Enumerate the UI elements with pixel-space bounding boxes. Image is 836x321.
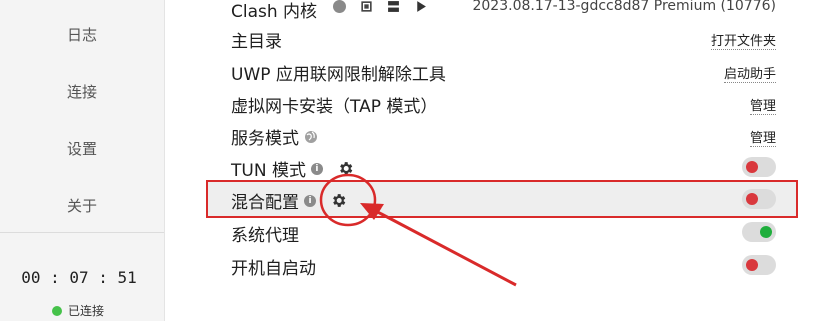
system-proxy-label: 系统代理 [231, 226, 299, 246]
tun-toggle[interactable] [742, 157, 776, 177]
toggle-knob [746, 259, 758, 271]
sidebar-divider [0, 232, 164, 233]
toggle-knob [746, 193, 758, 205]
service-label: 服务模式 [231, 129, 299, 149]
mixin-label-group: 混合配置 i [231, 188, 347, 213]
cpu-icon[interactable] [360, 0, 373, 13]
globe-icon [305, 130, 317, 143]
settings-row-clash-core: Clash 内核 2023.08.17-13-gdcc8d87 Premium … [206, 0, 796, 22]
info-icon[interactable]: i [310, 162, 323, 175]
server-icon[interactable] [387, 0, 400, 13]
settings-row-home-dir: 主目录 打开文件夹 [206, 22, 796, 54]
system-proxy-toggle[interactable] [742, 222, 776, 242]
settings-row-tun: TUN 模式 i [206, 151, 796, 183]
sidebar-item-about[interactable]: 关于 [0, 195, 164, 216]
gear-icon[interactable] [337, 160, 354, 177]
uwp-label: UWP 应用联网限制解除工具 [231, 65, 446, 85]
settings-row-tap: 虚拟网卡安装（TAP 模式） 管理 [206, 87, 796, 119]
clash-core-version[interactable]: 2023.08.17-13-gdcc8d87 Premium (10776) [472, 0, 776, 14]
toggle-knob [746, 161, 758, 173]
settings-row-mixin: 混合配置 i [206, 183, 796, 215]
service-label-group: 服务模式 [231, 124, 318, 149]
connection-timer: 00 : 07 : 51 [21, 268, 137, 287]
settings-row-system-proxy: 系统代理 [206, 216, 796, 248]
clash-core-label: Clash 内核 [231, 2, 318, 22]
home-dir-label: 主目录 [231, 32, 282, 52]
tap-manage-button[interactable]: 管理 [749, 95, 776, 115]
tun-label-group: TUN 模式 i [231, 156, 354, 181]
status-label: 已连接 [68, 304, 105, 318]
sidebar: 日志 连接 设置 关于 00 : 07 : 51 已连接 [0, 0, 165, 321]
clash-core-actions [333, 0, 427, 13]
open-folder-button[interactable]: 打开文件夹 [710, 30, 776, 50]
autostart-toggle[interactable] [742, 255, 776, 275]
settings-row-service: 服务模式 管理 [206, 119, 796, 151]
tap-label: 虚拟网卡安装（TAP 模式） [231, 97, 438, 117]
settings-row-autostart: 开机自启动 [206, 249, 796, 281]
launch-helper-button[interactable]: 启动助手 [723, 63, 776, 83]
sidebar-item-settings[interactable]: 设置 [0, 138, 164, 159]
info-icon[interactable] [333, 0, 346, 13]
status-dot-icon [52, 305, 62, 316]
connection-status: 已连接 [52, 302, 104, 319]
play-icon[interactable] [414, 0, 427, 13]
mixin-toggle[interactable] [742, 189, 776, 209]
app-window: 日志 连接 设置 关于 00 : 07 : 51 已连接 Clash 内核 20… [0, 0, 836, 321]
mixin-label: 混合配置 [231, 193, 299, 213]
mixin-gear-icon[interactable] [330, 192, 347, 209]
settings-row-uwp: UWP 应用联网限制解除工具 启动助手 [206, 55, 796, 87]
info-icon[interactable]: i [304, 194, 316, 207]
service-manage-button[interactable]: 管理 [749, 127, 776, 147]
toggle-knob [760, 226, 772, 238]
sidebar-item-connections[interactable]: 连接 [0, 81, 164, 102]
sidebar-item-logs[interactable]: 日志 [0, 24, 164, 45]
autostart-label: 开机自启动 [231, 259, 316, 279]
tun-label: TUN 模式 [231, 161, 306, 181]
